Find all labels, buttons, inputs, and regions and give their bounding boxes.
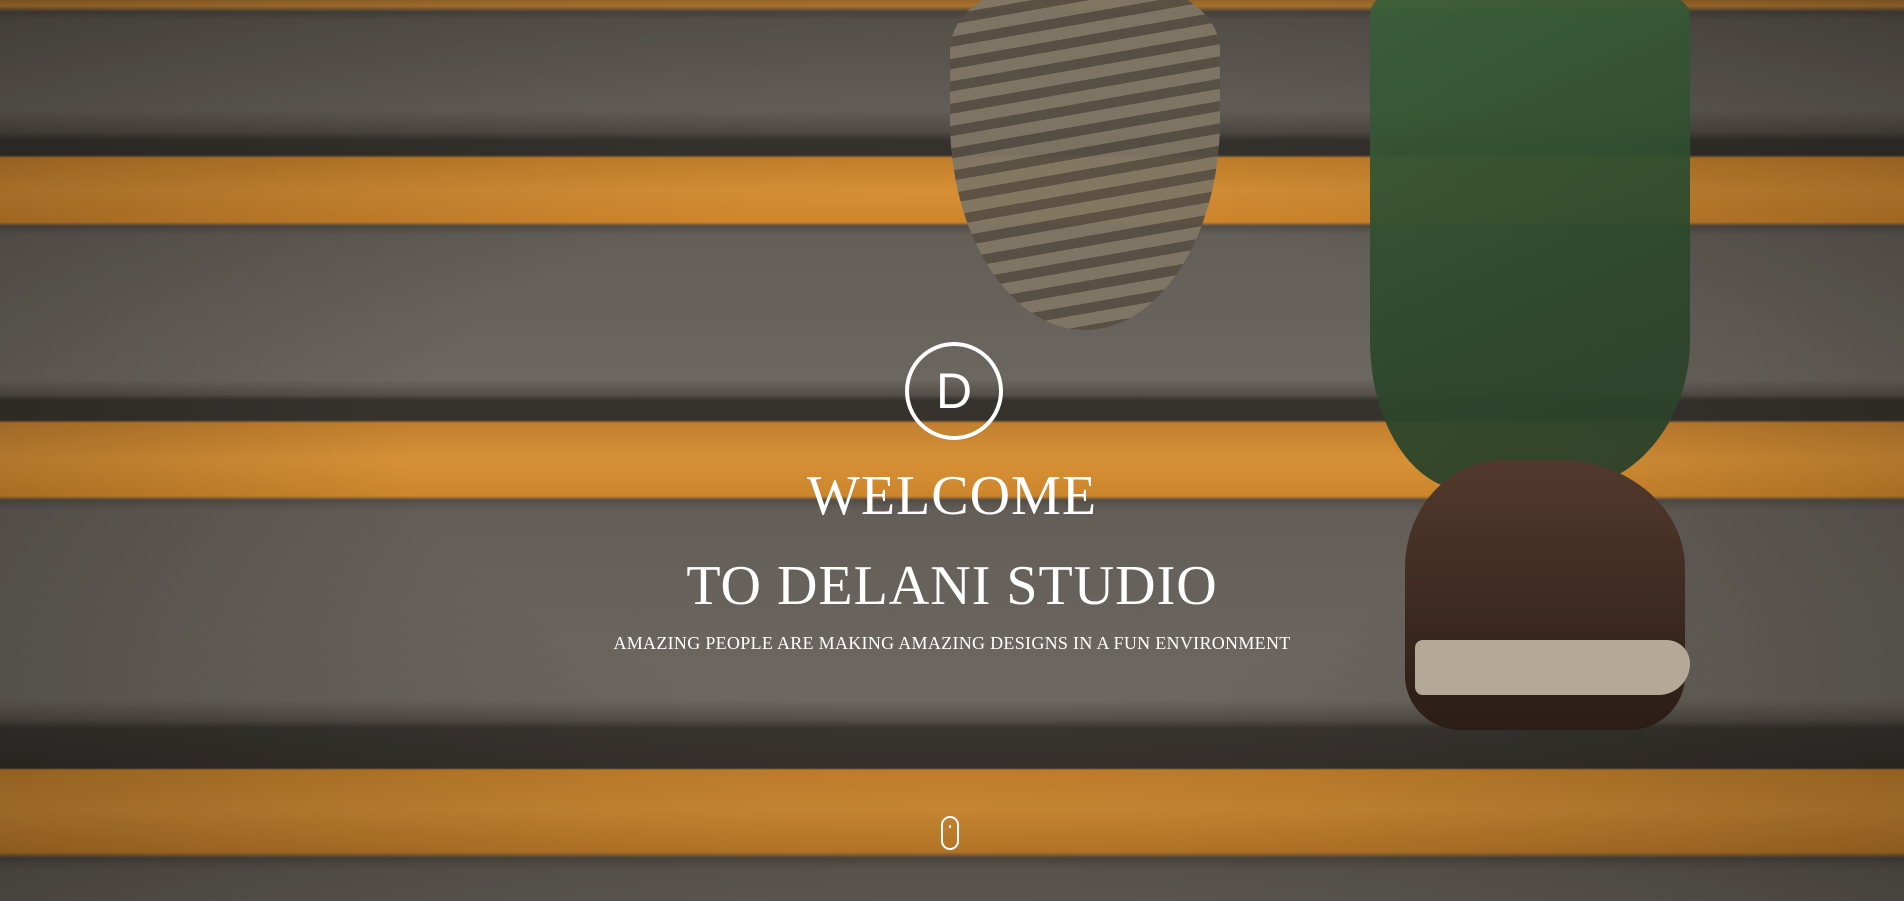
hero-title-line1: WELCOME — [806, 465, 1098, 527]
hero-title-line2: TO DELANI STUDIO — [686, 555, 1218, 617]
hero-content: D WELCOME TO DELANI STUDIO AMAZING PEOPL… — [0, 0, 1904, 901]
delani-logo-icon: D — [905, 342, 1003, 440]
hero-section: D WELCOME TO DELANI STUDIO AMAZING PEOPL… — [0, 0, 1904, 901]
hero-subtitle: AMAZING PEOPLE ARE MAKING AMAZING DESIGN… — [613, 633, 1291, 653]
logo-letter: D — [935, 363, 973, 419]
mouse-scroll-icon[interactable] — [941, 816, 959, 850]
scroll-wheel-dot — [949, 825, 951, 828]
